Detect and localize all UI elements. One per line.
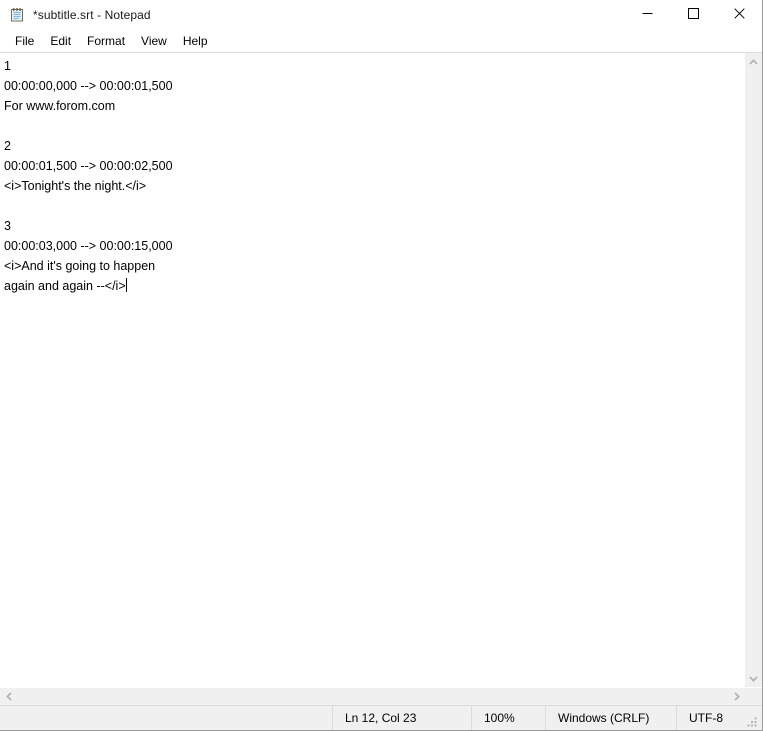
status-zoom-level: 100% (472, 706, 546, 730)
text-line (4, 116, 744, 136)
notepad-window: *subtitle.srt - Notepad File Edit Format… (0, 0, 763, 731)
scroll-left-button[interactable] (0, 688, 17, 705)
chevron-right-icon (733, 692, 740, 701)
text-line (4, 196, 744, 216)
caption-buttons (624, 0, 762, 29)
chevron-left-icon (5, 692, 12, 701)
text-line-with-caret: again and again --</i> (4, 276, 744, 296)
close-button[interactable] (716, 0, 762, 29)
client-area: 1 00:00:00,000 --> 00:00:01,500 For www.… (0, 52, 762, 705)
chevron-up-icon (749, 58, 758, 65)
title-bar-left: *subtitle.srt - Notepad (0, 7, 151, 23)
scrollbar-corner (745, 688, 762, 705)
text-line: 00:00:00,000 --> 00:00:01,500 (4, 79, 173, 93)
scroll-up-button[interactable] (745, 53, 762, 70)
text-line-content: again and again --</i> (4, 279, 126, 293)
menu-item-format[interactable]: Format (79, 32, 133, 51)
text-line: <i>Tonight's the night.</i> (4, 179, 147, 193)
text-line: For www.forom.com (4, 99, 116, 113)
close-icon (733, 6, 745, 24)
text-line: 2 (4, 139, 11, 153)
text-editor[interactable]: 1 00:00:00,000 --> 00:00:01,500 For www.… (0, 53, 744, 687)
text-caret (125, 278, 127, 292)
maximize-icon (687, 6, 699, 24)
status-line-ending: Windows (CRLF) (546, 706, 677, 730)
scroll-right-button[interactable] (728, 688, 745, 705)
text-line: 00:00:03,000 --> 00:00:15,000 (4, 239, 173, 253)
status-cursor-position: Ln 12, Col 23 (333, 706, 472, 730)
minimize-icon (642, 6, 653, 24)
title-bar[interactable]: *subtitle.srt - Notepad (0, 0, 762, 30)
scroll-down-button[interactable] (745, 670, 762, 687)
resize-grip[interactable] (747, 716, 758, 727)
menu-item-view[interactable]: View (133, 32, 175, 51)
menu-item-file[interactable]: File (7, 32, 42, 51)
horizontal-scroll-inner (0, 688, 745, 705)
menu-bar: File Edit Format View Help (0, 30, 762, 52)
vertical-scrollbar[interactable] (744, 53, 762, 687)
editor-row: 1 00:00:00,000 --> 00:00:01,500 For www.… (0, 53, 762, 687)
menu-item-edit[interactable]: Edit (42, 32, 79, 51)
text-line: <i>And it's going to happen (4, 259, 156, 273)
status-bar: Ln 12, Col 23 100% Windows (CRLF) UTF-8 (0, 705, 762, 730)
menu-item-help[interactable]: Help (175, 32, 216, 51)
maximize-button[interactable] (670, 0, 716, 29)
notepad-icon (9, 7, 25, 23)
status-bar-spacer (0, 706, 333, 730)
minimize-button[interactable] (624, 0, 670, 29)
text-line: 1 (4, 59, 11, 73)
window-title: *subtitle.srt - Notepad (33, 7, 151, 22)
text-line: 3 (4, 219, 11, 233)
chevron-down-icon (749, 675, 758, 682)
horizontal-scrollbar[interactable] (0, 687, 762, 705)
text-line: 00:00:01,500 --> 00:00:02,500 (4, 159, 173, 173)
